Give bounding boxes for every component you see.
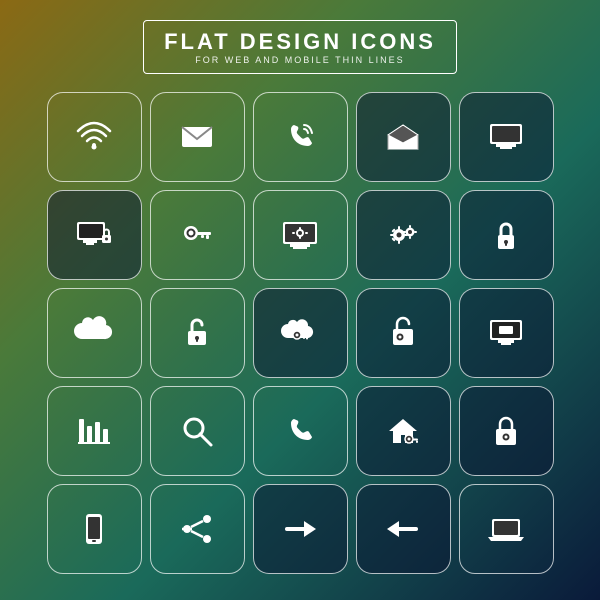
search-icon (177, 411, 217, 451)
cloud-icon (74, 313, 114, 353)
lock-key-icon (486, 411, 526, 451)
monitor-gear-icon (280, 215, 320, 255)
mail-closed-icon-box[interactable] (150, 92, 245, 182)
cloud-key-icon-box[interactable] (253, 288, 348, 378)
share-icon (177, 509, 217, 549)
wifi-icon (74, 117, 114, 157)
share-icon-box[interactable] (150, 484, 245, 574)
icons-grid (47, 92, 554, 574)
phone-2-icon (280, 411, 320, 451)
monitor-2-icon-box[interactable] (459, 288, 554, 378)
chart-icon-box[interactable] (47, 386, 142, 476)
home-key-icon-box[interactable] (356, 386, 451, 476)
title-box: FLAT DESIGN ICONS FOR WEB AND MOBILE THI… (143, 20, 457, 74)
page-title: FLAT DESIGN ICONS (164, 29, 436, 55)
arrow-right-icon-box[interactable] (253, 484, 348, 574)
laptop-icon (486, 509, 526, 549)
home-key-icon (383, 411, 423, 451)
gears-icon (383, 215, 423, 255)
arrow-left-icon (383, 509, 423, 549)
phone-icon (280, 117, 320, 157)
unlock-key-icon (383, 313, 423, 353)
mail-closed-icon (177, 117, 217, 157)
key-icon (177, 215, 217, 255)
lock-key-icon-box[interactable] (459, 386, 554, 476)
laptop-icon-box[interactable] (459, 484, 554, 574)
page-subtitle: FOR WEB AND MOBILE THIN LINES (164, 55, 436, 65)
monitor-2-icon (486, 313, 526, 353)
mail-open-icon-box[interactable] (356, 92, 451, 182)
unlock-box-icon-box[interactable] (150, 288, 245, 378)
arrow-right-icon (280, 509, 320, 549)
mobile-icon (74, 509, 114, 549)
lock-icon-box[interactable] (459, 190, 554, 280)
monitor-gear-icon-box[interactable] (253, 190, 348, 280)
mail-open-icon (383, 117, 423, 157)
key-icon-box[interactable] (150, 190, 245, 280)
cloud-key-icon (280, 313, 320, 353)
search-icon-box[interactable] (150, 386, 245, 476)
chart-icon (74, 411, 114, 451)
cloud-icon-box[interactable] (47, 288, 142, 378)
phone-2-icon-box[interactable] (253, 386, 348, 476)
wifi-icon-box[interactable] (47, 92, 142, 182)
monitor-icon (486, 117, 526, 157)
monitor-lock-icon-box[interactable] (47, 190, 142, 280)
arrow-left-icon-box[interactable] (356, 484, 451, 574)
monitor-icon-box[interactable] (459, 92, 554, 182)
mobile-icon-box[interactable] (47, 484, 142, 574)
gears-icon-box[interactable] (356, 190, 451, 280)
phone-icon-box[interactable] (253, 92, 348, 182)
monitor-lock-icon (74, 215, 114, 255)
lock-icon (486, 215, 526, 255)
unlock-key-icon-box[interactable] (356, 288, 451, 378)
unlock-box-icon (177, 313, 217, 353)
